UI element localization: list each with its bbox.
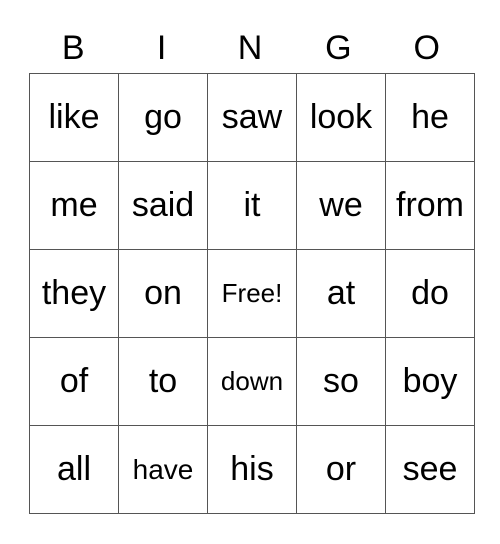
grid-row: of to down so boy (29, 337, 475, 426)
bingo-cell[interactable]: of (29, 337, 119, 426)
grid-row: me said it we from (29, 161, 475, 250)
bingo-cell[interactable]: he (385, 73, 475, 162)
bingo-cell[interactable]: all (29, 425, 119, 514)
bingo-cell[interactable]: saw (207, 73, 297, 162)
bingo-cell[interactable]: down (207, 337, 297, 426)
bingo-cell[interactable]: me (29, 161, 119, 250)
bingo-cell[interactable]: his (207, 425, 297, 514)
header-letter-b: B (61, 29, 85, 67)
grid-row: they on Free! at do (29, 249, 475, 338)
grid-row: all have his or see (29, 425, 475, 514)
header-letter-o: O (413, 29, 440, 67)
bingo-cell[interactable]: they (29, 249, 119, 338)
header-letter-g: G (325, 29, 352, 67)
bingo-cell[interactable]: have (118, 425, 208, 514)
bingo-cell[interactable]: go (118, 73, 208, 162)
bingo-cell[interactable]: from (385, 161, 475, 250)
bingo-cell[interactable]: like (29, 73, 119, 162)
bingo-cell[interactable]: see (385, 425, 475, 514)
header-letter-n: N (237, 29, 263, 67)
bingo-cell[interactable]: look (296, 73, 386, 162)
free-space-cell[interactable]: Free! (207, 249, 297, 338)
bingo-cell[interactable]: boy (385, 337, 475, 426)
bingo-cell[interactable]: on (118, 249, 208, 338)
bingo-cell[interactable]: said (118, 161, 208, 250)
bingo-cell[interactable]: or (296, 425, 386, 514)
bingo-cell[interactable]: at (296, 249, 386, 338)
bingo-cell[interactable]: so (296, 337, 386, 426)
bingo-cell[interactable]: it (207, 161, 297, 250)
bingo-cell[interactable]: to (118, 337, 208, 426)
bingo-header: B I N G O (29, 26, 471, 70)
bingo-cell[interactable]: do (385, 249, 475, 338)
grid-row: like go saw look he (29, 73, 475, 162)
bingo-cell[interactable]: we (296, 161, 386, 250)
header-letter-i: I (156, 29, 167, 67)
bingo-grid: like go saw look he me said it we from t… (29, 73, 475, 514)
